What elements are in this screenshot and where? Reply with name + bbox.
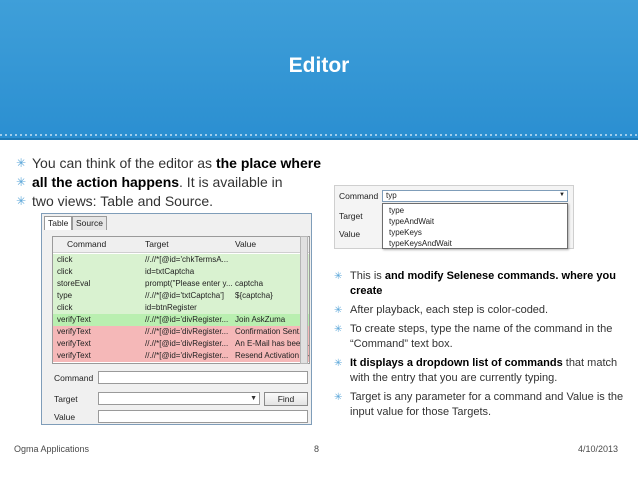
command-label: Command bbox=[54, 373, 94, 383]
table-cell-command: click bbox=[57, 267, 73, 276]
table-header: Command Target Value bbox=[53, 237, 309, 253]
table-row[interactable]: storeEval prompt("Please enter y... captch… bbox=[53, 278, 309, 290]
value-label: Value bbox=[54, 412, 76, 422]
table-cell-value: Resend Activation E-... bbox=[235, 351, 309, 360]
table-cell-target: //.//*[@id='chkTermsA... bbox=[145, 255, 229, 264]
slide-title: Editor bbox=[288, 54, 350, 77]
table-cell-command: verifyText bbox=[57, 315, 91, 324]
asterisk-bullet-icon: ✳ bbox=[334, 324, 343, 335]
asterisk-bullet-icon: ✳ bbox=[334, 392, 343, 403]
table-cell-value: Join AskZuma bbox=[235, 315, 286, 324]
table-cell-command: verifyText bbox=[57, 327, 91, 336]
find-button[interactable]: Find bbox=[264, 392, 308, 406]
table-cell-command: click bbox=[57, 303, 73, 312]
bullet-item: ✳ two views: Table and Source. bbox=[16, 193, 214, 209]
table-cell-value: ${captcha} bbox=[235, 291, 273, 300]
dropdown-option[interactable]: typeKeys bbox=[389, 228, 422, 237]
bullet-item: ✳ To create steps, type the name of the … bbox=[334, 323, 613, 350]
bullet-item: ✳ This is and modify Selenese commands. … bbox=[334, 270, 616, 297]
asterisk-bullet-icon: ✳ bbox=[334, 271, 343, 282]
table-cell-target: id=btnRegister bbox=[145, 303, 197, 312]
dotted-divider bbox=[0, 134, 638, 136]
dropdown-option[interactable]: type bbox=[389, 206, 404, 215]
column-header-target[interactable]: Target bbox=[145, 239, 169, 249]
table-row[interactable]: click id=txtCaptcha bbox=[53, 266, 309, 278]
table-row[interactable]: verifyText //.//*[@id='divRegister... Conf… bbox=[53, 326, 309, 338]
table-cell-target: id=txtCaptcha bbox=[145, 267, 195, 276]
tab-table[interactable]: Table bbox=[44, 216, 73, 230]
table-cell-target: //.//*[@id='divRegister... bbox=[145, 351, 229, 360]
table-cell-target: //.//*[@id='divRegister... bbox=[145, 327, 229, 336]
bullet-item: ✳ Target is any parameter for a command … bbox=[334, 391, 624, 418]
table-cell-value: Confirmation Sent. bbox=[235, 327, 302, 336]
table-cell-target: prompt("Please enter y... bbox=[145, 279, 233, 288]
table-cell-command: verifyText bbox=[57, 339, 91, 348]
column-header-value[interactable]: Value bbox=[235, 239, 256, 249]
target-select[interactable]: ▼ bbox=[98, 392, 260, 405]
asterisk-bullet-icon: ✳ bbox=[16, 156, 27, 170]
target-label: Target bbox=[339, 211, 363, 221]
table-row[interactable]: verifyElementPresent//.//*[@id='divRegis… bbox=[53, 362, 309, 364]
table-cell-target: //.//*[@id='txtCaptcha'] bbox=[145, 291, 224, 300]
table-row[interactable]: verifyText //.//*[@id='divRegister... Rese… bbox=[53, 350, 309, 362]
bullet-item: ✳ After playback, each step is color-cod… bbox=[334, 304, 549, 316]
command-table: Command Target Value click //.//*[@id='ch… bbox=[52, 236, 310, 364]
left-bullet-list: ✳ You can think of the editor as the pla… bbox=[14, 154, 334, 211]
command-combobox[interactable]: typ ▼ bbox=[382, 190, 568, 202]
footer-page-number: 8 bbox=[314, 444, 320, 454]
value-label: Value bbox=[339, 229, 361, 239]
bullet-item: ✳ You can think of the editor as the pla… bbox=[16, 155, 321, 171]
dropdown-option[interactable]: typeAndWait bbox=[389, 217, 434, 226]
right-bullet-list: ✳ This is and modify Selenese commands. … bbox=[332, 269, 628, 424]
table-row[interactable]: verifyText //.//*[@id='divRegister... An E… bbox=[53, 338, 309, 350]
table-cell-command: type bbox=[57, 291, 73, 300]
table-cell-command: click bbox=[57, 255, 73, 264]
command-value: typ bbox=[386, 191, 397, 200]
title-rule bbox=[0, 138, 638, 140]
footer-company: Ogma Applications bbox=[14, 444, 90, 454]
table-cell-command: verifyText bbox=[57, 351, 91, 360]
table-cell-target: //.//*[@id='divRegister... bbox=[145, 363, 233, 364]
column-header-command[interactable]: Command bbox=[67, 239, 106, 249]
table-row[interactable]: click //.//*[@id='chkTermsA... bbox=[53, 254, 309, 266]
value-input[interactable] bbox=[98, 410, 308, 423]
chevron-down-icon: ▼ bbox=[559, 192, 565, 198]
command-dropdown-screenshot: Command typ ▼ Target Value type typeAndW… bbox=[334, 185, 574, 249]
table-row[interactable]: click id=btnRegister bbox=[53, 302, 309, 314]
dropdown-option[interactable]: typeKeysAndWait bbox=[389, 239, 452, 248]
command-suggestion-list: type typeAndWait typeKeys typeKeysAndWai… bbox=[382, 203, 568, 249]
table-cell-value: An E-Mail has been ... bbox=[235, 339, 309, 348]
asterisk-bullet-icon: ✳ bbox=[16, 194, 27, 208]
table-row[interactable]: type //.//*[@id='txtCaptcha'] ${captcha} bbox=[53, 290, 309, 302]
table-cell-command: storeEval bbox=[57, 279, 91, 288]
tab-source[interactable]: Source bbox=[72, 216, 107, 230]
bullet-item: ✳ It displays a dropdown list of command… bbox=[334, 357, 618, 384]
asterisk-bullet-icon: ✳ bbox=[334, 305, 343, 316]
bullet-item: ✳ all the action happens. It is availabl… bbox=[16, 174, 283, 190]
asterisk-bullet-icon: ✳ bbox=[334, 358, 343, 369]
table-cell-value: captcha bbox=[235, 279, 264, 288]
command-form: Command Target ▼ Find Value bbox=[42, 366, 311, 424]
editor-table-screenshot: Table Source Command Target Value click /… bbox=[41, 213, 312, 425]
table-scrollbar[interactable] bbox=[300, 236, 308, 364]
command-input[interactable] bbox=[98, 371, 308, 384]
footer-date: 4/10/2013 bbox=[578, 444, 619, 454]
table-row[interactable]: verifyText //.//*[@id='divRegister... Join… bbox=[53, 314, 309, 326]
table-cell-command: verifyElementPresent bbox=[57, 363, 143, 364]
table-cell-target: //.//*[@id='divRegister... bbox=[145, 339, 229, 348]
asterisk-bullet-icon: ✳ bbox=[16, 175, 27, 189]
title-band: Editor bbox=[0, 0, 638, 138]
chevron-down-icon: ▼ bbox=[250, 395, 257, 402]
table-cell-target: //.//*[@id='divRegister... bbox=[145, 315, 229, 324]
command-label: Command bbox=[339, 191, 379, 201]
target-label: Target bbox=[54, 394, 78, 404]
